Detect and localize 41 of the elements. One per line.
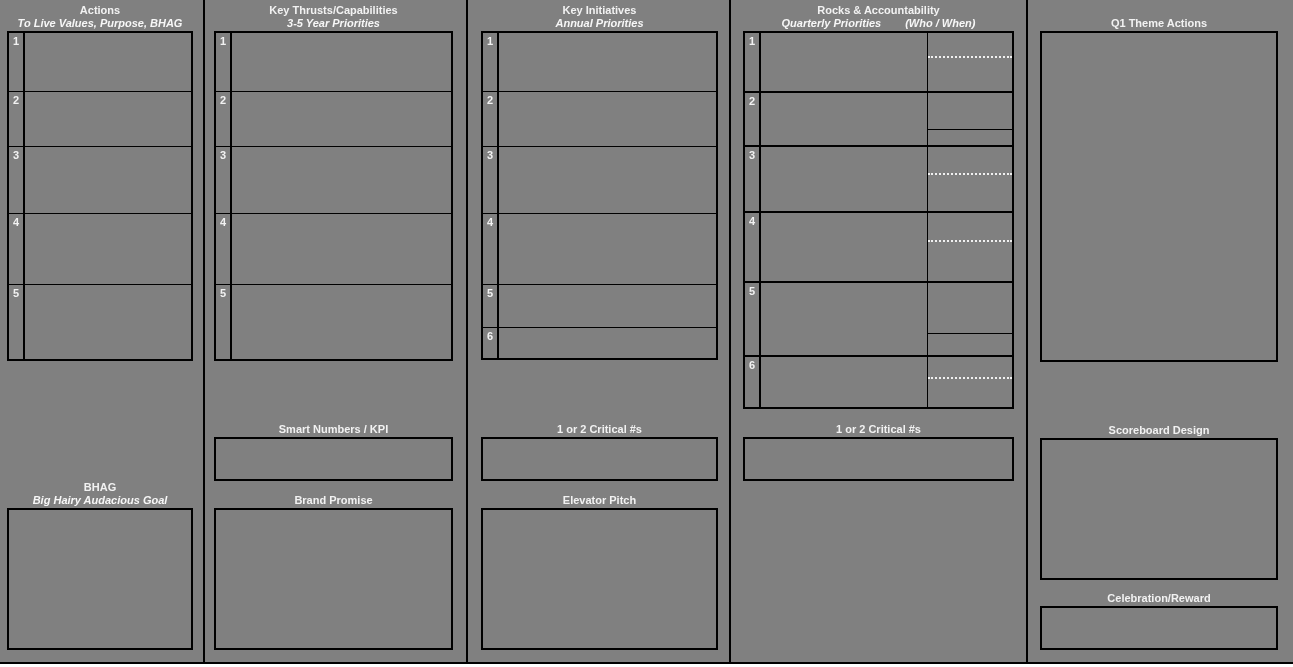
row-number: 3	[219, 149, 227, 162]
section-title: Scoreboard Design	[1108, 424, 1210, 437]
column-subtitle: 3-5 Year Priorities	[287, 17, 380, 30]
column-title: Key Thrusts/Capabilities	[269, 4, 398, 17]
row-number: 4	[486, 216, 494, 229]
column-subtitle: (Who / When)	[905, 17, 976, 30]
row-number: 5	[486, 287, 494, 300]
row-number: 5	[219, 287, 227, 300]
row-number: 6	[486, 330, 494, 343]
section-title: Smart Numbers / KPI	[278, 423, 389, 436]
row-number: 3	[486, 149, 494, 162]
row-number: 2	[219, 94, 227, 107]
row-number: 5	[12, 287, 20, 300]
column-title: Rocks & Accountability	[817, 4, 940, 17]
row-number: 6	[748, 359, 756, 372]
row-number: 3	[748, 149, 756, 162]
row-number: 4	[12, 216, 20, 229]
row-number: 2	[748, 95, 756, 108]
row-number: 4	[748, 215, 756, 228]
section-title: Elevator Pitch	[562, 494, 637, 507]
section-title: 1 or 2 Critical #s	[557, 423, 642, 436]
column-subtitle: Annual Priorities	[555, 17, 644, 30]
section-title: BHAG	[83, 481, 117, 494]
column-subtitle: Quarterly Priorities	[781, 17, 882, 30]
column-title: Q1 Theme Actions	[1110, 17, 1208, 30]
row-number: 1	[219, 35, 227, 48]
row-number: 1	[12, 35, 20, 48]
section-title: Brand Promise	[294, 494, 373, 507]
row-number: 1	[748, 35, 756, 48]
section-title: 1 or 2 Critical #s	[836, 423, 921, 436]
row-number: 1	[486, 35, 494, 48]
row-number: 4	[219, 216, 227, 229]
section-subtitle: Big Hairy Audacious Goal	[32, 494, 168, 507]
row-number: 2	[486, 94, 494, 107]
row-number: 3	[12, 149, 20, 162]
row-number: 5	[748, 285, 756, 298]
column-title: Actions	[79, 4, 121, 17]
column-subtitle: To Live Values, Purpose, BHAG	[17, 17, 183, 30]
section-title: Celebration/Reward	[1107, 592, 1211, 605]
column-title: Key Initiatives	[562, 4, 637, 17]
row-number: 2	[12, 94, 20, 107]
